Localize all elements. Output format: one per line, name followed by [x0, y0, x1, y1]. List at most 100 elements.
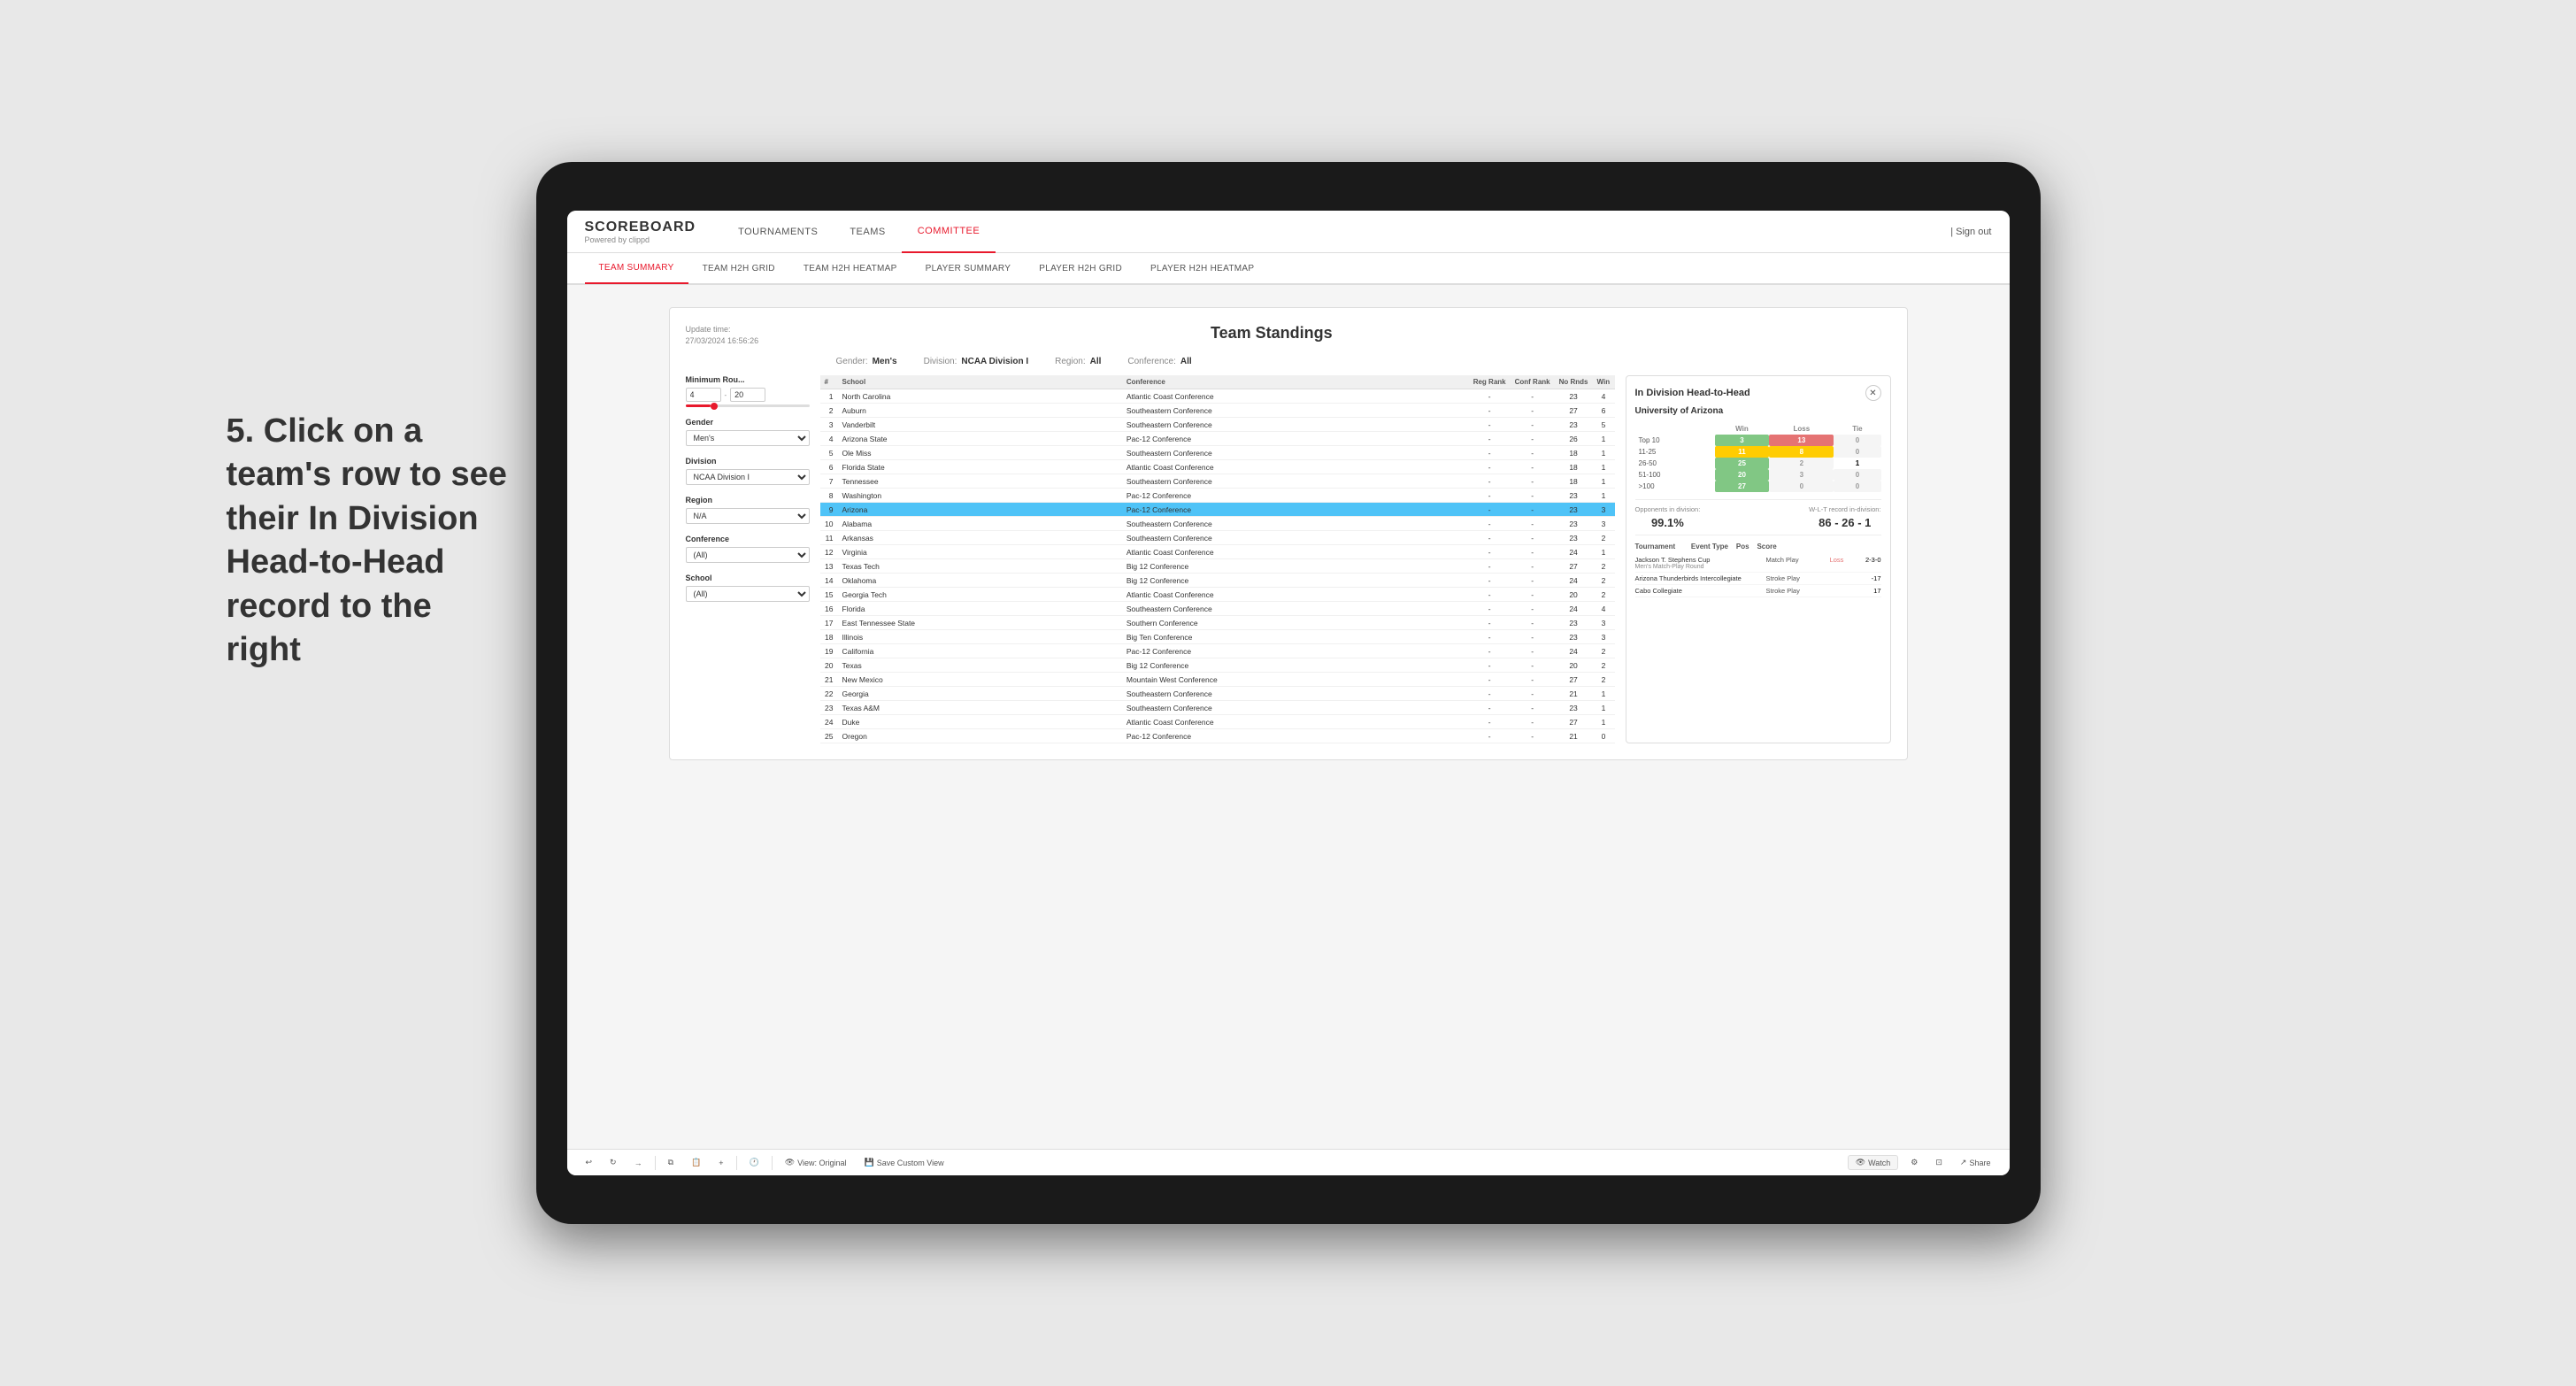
tournament-score: 17 — [1855, 587, 1881, 595]
cell-conf-rank: - — [1511, 715, 1555, 729]
table-row[interactable]: 1 North Carolina Atlantic Coast Conferen… — [820, 389, 1615, 404]
standings-table: # School Conference Reg Rank Conf Rank N… — [820, 375, 1615, 743]
main-content: Update time: 27/03/2024 16:56:26 Team St… — [567, 285, 2010, 1149]
cell-conf-rank: - — [1511, 446, 1555, 460]
table-row[interactable]: 6 Florida State Atlantic Coast Conferenc… — [820, 460, 1615, 474]
cell-no-rnds: 21 — [1555, 687, 1593, 701]
table-row[interactable]: 3 Vanderbilt Southeastern Conference - -… — [820, 418, 1615, 432]
cell-no-rnds: 24 — [1555, 574, 1593, 588]
undo-button[interactable]: ↩ — [581, 1156, 598, 1169]
cell-num: 7 — [820, 474, 838, 489]
add-button[interactable]: + — [713, 1157, 728, 1169]
cell-num: 5 — [820, 446, 838, 460]
sub-nav-team-summary[interactable]: TEAM SUMMARY — [585, 252, 688, 284]
h2h-close-button[interactable]: ✕ — [1865, 385, 1881, 401]
nav-committee[interactable]: COMMITTEE — [902, 211, 996, 253]
cell-no-rnds: 27 — [1555, 715, 1593, 729]
table-row[interactable]: 8 Washington Pac-12 Conference - - 23 1 — [820, 489, 1615, 503]
cell-conference: Pac-12 Conference — [1122, 644, 1469, 658]
table-row[interactable]: 18 Illinois Big Ten Conference - - 23 3 — [820, 630, 1615, 644]
sub-nav-player-h2h-heatmap[interactable]: PLAYER H2H HEATMAP — [1136, 252, 1268, 284]
update-time: Update time: 27/03/2024 16:56:26 — [686, 324, 759, 346]
sub-nav-player-summary[interactable]: PLAYER SUMMARY — [911, 252, 1026, 284]
paste-button[interactable]: 📋 — [686, 1156, 706, 1169]
cell-num: 22 — [820, 687, 838, 701]
min-rounds-slider[interactable] — [686, 404, 810, 407]
cell-school: Georgia Tech — [838, 588, 1122, 602]
cell-win: 6 — [1593, 404, 1615, 418]
cell-win: 1 — [1593, 446, 1615, 460]
table-row[interactable]: 16 Florida Southeastern Conference - - 2… — [820, 602, 1615, 616]
cell-num: 16 — [820, 602, 838, 616]
table-row[interactable]: 10 Alabama Southeastern Conference - - 2… — [820, 517, 1615, 531]
cell-school: Oregon — [838, 729, 1122, 743]
table-row[interactable]: 20 Texas Big 12 Conference - - 20 2 — [820, 658, 1615, 673]
watch-button[interactable]: 👁 Watch — [1848, 1155, 1899, 1170]
gender-section: Gender Men's — [686, 418, 810, 446]
region-select[interactable]: N/A — [686, 508, 810, 524]
cell-no-rnds: 23 — [1555, 389, 1593, 404]
cell-school: Ole Miss — [838, 446, 1122, 460]
sign-out-button[interactable]: | Sign out — [1950, 227, 1991, 237]
view-original-button[interactable]: 👁 View: Original — [780, 1156, 852, 1169]
table-row[interactable]: 7 Tennessee Southeastern Conference - - … — [820, 474, 1615, 489]
min-rounds-max-input[interactable] — [730, 388, 765, 402]
cell-school: Texas Tech — [838, 559, 1122, 574]
clock-button[interactable]: 🕐 — [744, 1156, 765, 1169]
cell-conference: Pac-12 Conference — [1122, 729, 1469, 743]
h2h-table-row: 26-50 25 2 1 — [1635, 458, 1881, 469]
cell-win: 1 — [1593, 432, 1615, 446]
h2h-table-row: >100 27 0 0 — [1635, 481, 1881, 492]
cell-no-rnds: 23 — [1555, 517, 1593, 531]
sub-nav-player-h2h-grid[interactable]: PLAYER H2H GRID — [1025, 252, 1136, 284]
share-button[interactable]: ↗ Share — [1955, 1156, 1996, 1169]
table-row[interactable]: 14 Oklahoma Big 12 Conference - - 24 2 — [820, 574, 1615, 588]
sub-nav-team-h2h-grid[interactable]: TEAM H2H GRID — [688, 252, 789, 284]
table-row[interactable]: 22 Georgia Southeastern Conference - - 2… — [820, 687, 1615, 701]
table-row[interactable]: 21 New Mexico Mountain West Conference -… — [820, 673, 1615, 687]
table-row[interactable]: 11 Arkansas Southeastern Conference - - … — [820, 531, 1615, 545]
gender-select[interactable]: Men's — [686, 430, 810, 446]
forward-button[interactable]: → — [629, 1157, 648, 1169]
cell-school: Illinois — [838, 630, 1122, 644]
conference-select[interactable]: (All) — [686, 547, 810, 563]
cell-no-rnds: 24 — [1555, 602, 1593, 616]
table-row[interactable]: 17 East Tennessee State Southern Confere… — [820, 616, 1615, 630]
cell-conference: Big 12 Conference — [1122, 658, 1469, 673]
table-row[interactable]: 2 Auburn Southeastern Conference - - 27 … — [820, 404, 1615, 418]
table-row[interactable]: 12 Virginia Atlantic Coast Conference - … — [820, 545, 1615, 559]
cell-conf-rank: - — [1511, 418, 1555, 432]
tournament-type: Stroke Play — [1766, 574, 1819, 582]
min-rounds-input[interactable] — [686, 388, 721, 402]
cell-reg-rank: - — [1469, 630, 1511, 644]
table-row[interactable]: 4 Arizona State Pac-12 Conference - - 26… — [820, 432, 1615, 446]
col-num: # — [820, 375, 838, 389]
cell-school: New Mexico — [838, 673, 1122, 687]
copy-button[interactable]: ⧉ — [663, 1156, 679, 1169]
settings-button[interactable]: ⚙ — [1905, 1156, 1923, 1169]
cell-reg-rank: - — [1469, 658, 1511, 673]
table-row[interactable]: 24 Duke Atlantic Coast Conference - - 27… — [820, 715, 1615, 729]
nav-teams[interactable]: TEAMS — [834, 211, 901, 253]
table-row[interactable]: 15 Georgia Tech Atlantic Coast Conferenc… — [820, 588, 1615, 602]
division-select[interactable]: NCAA Division I — [686, 469, 810, 485]
cell-reg-rank: - — [1469, 616, 1511, 630]
table-row[interactable]: 13 Texas Tech Big 12 Conference - - 27 2 — [820, 559, 1615, 574]
cell-school: Florida State — [838, 460, 1122, 474]
sub-nav-team-h2h-heatmap[interactable]: TEAM H2H HEATMAP — [789, 252, 911, 284]
save-custom-button[interactable]: 💾 Save Custom View — [859, 1156, 950, 1169]
h2h-table-row: 51-100 20 3 0 — [1635, 469, 1881, 481]
nav-tournaments[interactable]: TOURNAMENTS — [722, 211, 834, 253]
logo-area: SCOREBOARD Powered by clippd — [585, 219, 696, 244]
share-icon-button[interactable]: ⊡ — [1930, 1156, 1948, 1169]
table-row[interactable]: 25 Oregon Pac-12 Conference - - 21 0 — [820, 729, 1615, 743]
table-row[interactable]: 23 Texas A&M Southeastern Conference - -… — [820, 701, 1615, 715]
table-row[interactable]: 5 Ole Miss Southeastern Conference - - 1… — [820, 446, 1615, 460]
redo-button[interactable]: ↻ — [604, 1156, 622, 1169]
h2h-opponents-stat: Opponents in division: 99.1% — [1635, 505, 1701, 529]
cell-conf-rank: - — [1511, 701, 1555, 715]
table-row[interactable]: 9 Arizona Pac-12 Conference - - 23 3 — [820, 503, 1615, 517]
school-select[interactable]: (All) — [686, 586, 810, 602]
cell-num: 9 — [820, 503, 838, 517]
table-row[interactable]: 19 California Pac-12 Conference - - 24 2 — [820, 644, 1615, 658]
